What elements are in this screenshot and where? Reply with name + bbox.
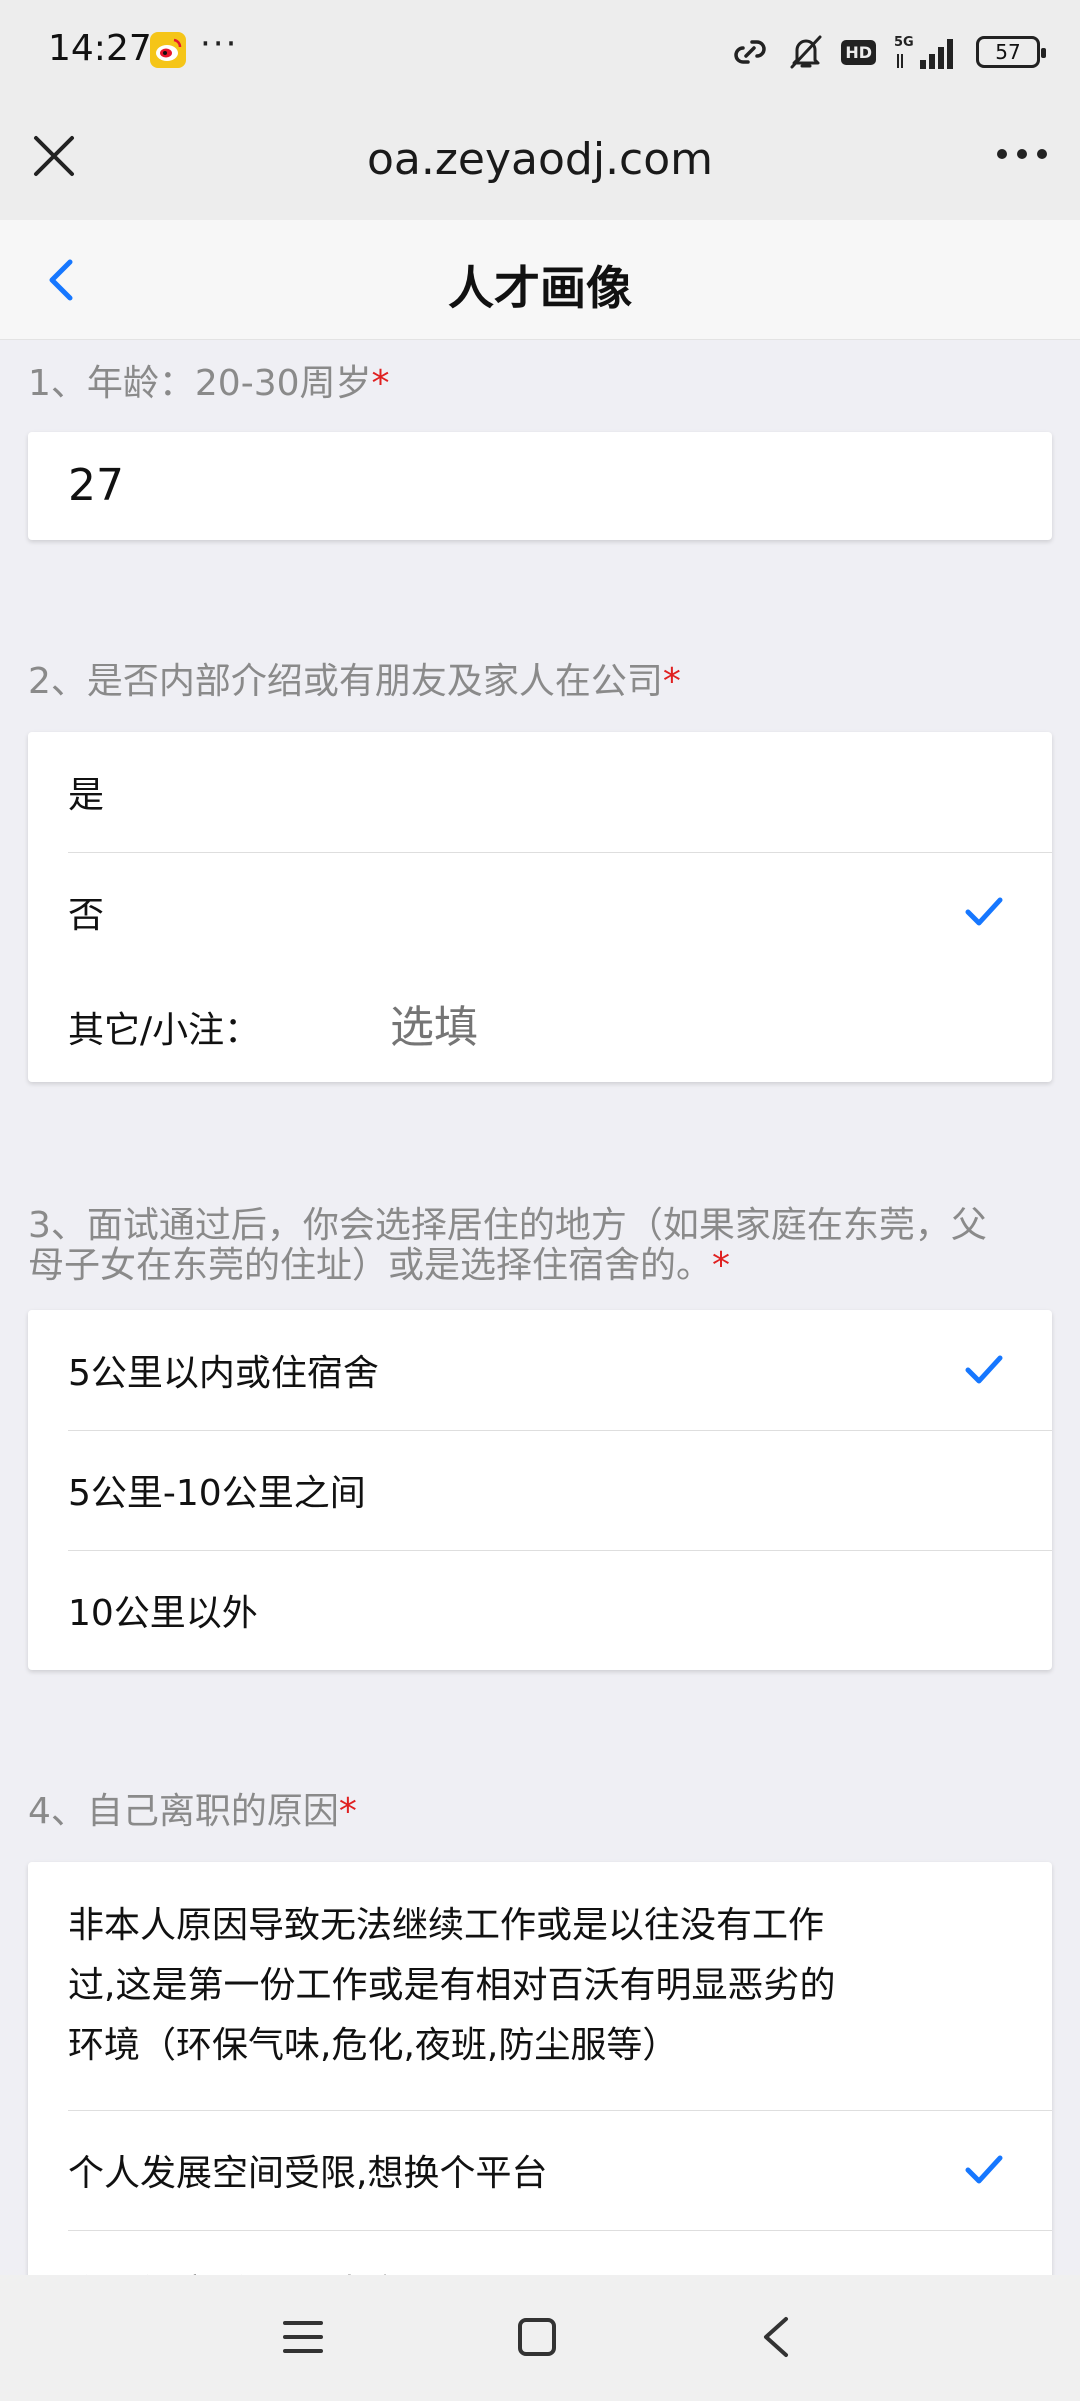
option-involuntary-reason[interactable]: 非本人原因导致无法继续工作或是以往没有工作 过,这是第一份工作或是有相对百沃有明…: [28, 1862, 1052, 2110]
question-3-options: 5公里以内或住宿舍 5公里-10公里之间 10公里以外: [28, 1310, 1052, 1670]
option-yes[interactable]: 是: [28, 732, 1052, 852]
url-text: oa.zeyaodj.com: [366, 134, 714, 185]
other-note-label: 其它/小注：: [68, 1010, 261, 1051]
question-2-label: 2、是否内部介绍或有朋友及家人在公司*: [28, 661, 681, 702]
system-nav-bar: [0, 2275, 1080, 2401]
required-mark: *: [712, 1245, 731, 1286]
option-no[interactable]: 否: [28, 852, 1052, 972]
back-icon[interactable]: [756, 2315, 798, 2359]
form-content[interactable]: 1、年龄：20-30周岁* 27 2、是否内部介绍或有朋友及家人在公司* 是 否…: [0, 340, 1080, 2275]
signal-icon: 5G: [894, 35, 953, 69]
status-more-dots: ···: [200, 24, 239, 64]
question-2-options: 是 否 其它/小注：: [28, 732, 1052, 1082]
menu-icon[interactable]: [282, 2315, 324, 2359]
other-note-input[interactable]: [390, 1001, 890, 1053]
battery-level: 57: [995, 40, 1021, 64]
more-options-icon[interactable]: [994, 142, 1050, 166]
required-mark: *: [371, 363, 390, 404]
checkmark-icon: [965, 897, 1003, 926]
age-value: 27: [68, 460, 124, 511]
required-mark: *: [662, 661, 681, 702]
other-note-row: 其它/小注：: [28, 972, 1052, 1082]
page-title: 人才画像: [448, 261, 632, 315]
svg-text:5G: 5G: [894, 35, 914, 50]
age-input[interactable]: 27: [28, 432, 1052, 540]
battery-indicator: 57: [976, 36, 1046, 68]
option-5-10km[interactable]: 5公里-10公里之间: [28, 1430, 1052, 1550]
question-4-options: 非本人原因导致无法继续工作或是以往没有工作 过,这是第一份工作或是有相对百沃有明…: [28, 1862, 1052, 2275]
question-4-label: 4、自己离职的原因*: [28, 1791, 357, 1832]
bell-muted-icon: [790, 35, 822, 69]
option-health-personal[interactable]: 个人健康,个人私事离职: [28, 2230, 1052, 2275]
hd-badge: HD: [841, 39, 876, 65]
option-limited-growth[interactable]: 个人发展空间受限,想换个平台: [28, 2110, 1052, 2230]
page-header: 人才画像: [0, 220, 1080, 340]
checkmark-icon: [965, 2155, 1003, 2184]
browser-bar: oa.zeyaodj.com: [0, 104, 1080, 220]
weibo-icon: [150, 32, 186, 68]
question-1-label: 1、年龄：20-30周岁*: [28, 363, 390, 404]
link-icon: [734, 40, 767, 64]
option-within-5km[interactable]: 5公里以内或住宿舍: [28, 1310, 1052, 1430]
home-icon[interactable]: [516, 2315, 558, 2359]
option-over-10km[interactable]: 10公里以外: [28, 1550, 1052, 1670]
question-3-label: 3、面试通过后，你会选择居住的地方（如果家庭在东莞，父 母子女在东莞的住址）或是…: [28, 1205, 987, 1286]
checkmark-icon: [965, 1355, 1003, 1384]
status-bar: 14:27 ··· HD 5G 57: [0, 0, 1080, 104]
status-time: 14:27: [48, 28, 152, 69]
required-mark: *: [338, 1791, 357, 1832]
